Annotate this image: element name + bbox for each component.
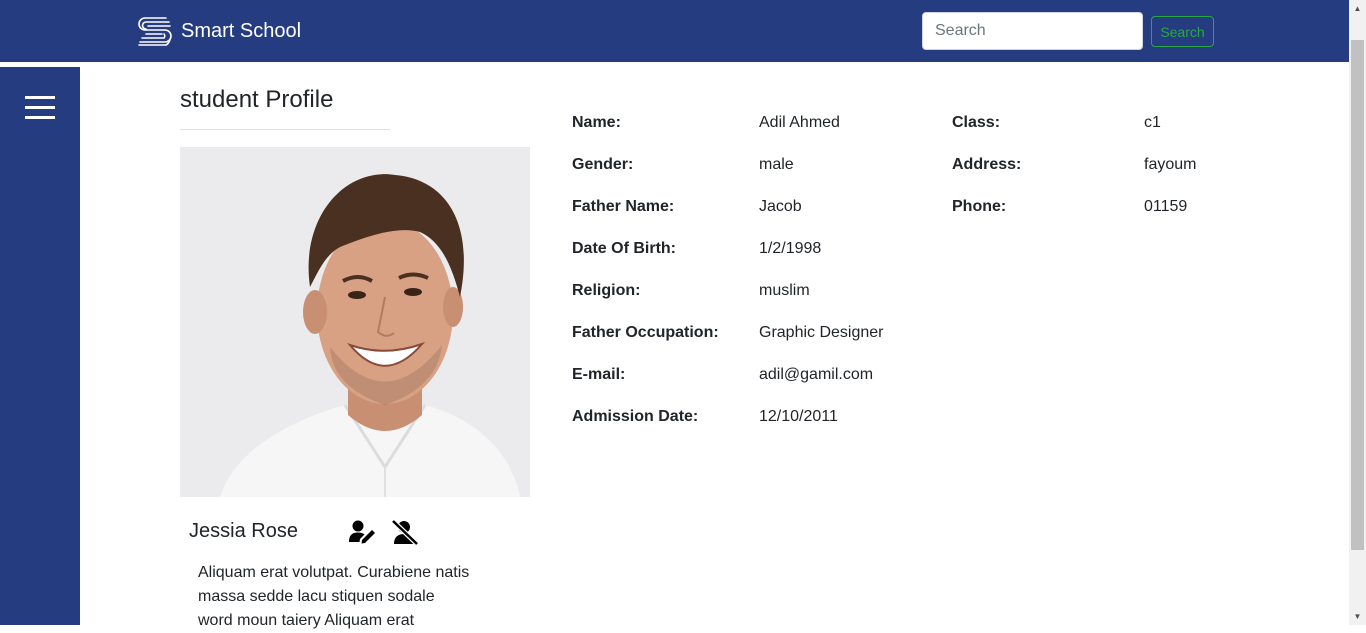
student-photo: [180, 147, 530, 497]
smart-school-logo-icon: [138, 17, 172, 46]
detail-value: 01159: [1144, 198, 1188, 215]
detail-value: fayoum: [1144, 156, 1197, 173]
detail-label: Date Of Birth:: [572, 240, 676, 257]
search-button[interactable]: Search: [1151, 16, 1214, 47]
top-navbar: Smart School Search: [0, 0, 1349, 62]
detail-label: Class:: [952, 114, 1001, 131]
user-slash-icon[interactable]: [391, 519, 419, 545]
student-name: Jessia Rose: [189, 520, 298, 542]
detail-label: Gender:: [572, 156, 634, 173]
detail-label: Admission Date:: [572, 408, 699, 425]
search-input[interactable]: [922, 12, 1143, 50]
detail-label: E-mail:: [572, 366, 626, 383]
detail-value: muslim: [759, 282, 810, 299]
detail-value: 1/2/1998: [759, 240, 822, 257]
detail-label: Religion:: [572, 282, 641, 299]
detail-value: male: [759, 156, 794, 173]
detail-value: adil@gamil.com: [759, 366, 874, 383]
sidebar: [0, 67, 80, 625]
detail-label: Father Occupation:: [572, 324, 719, 341]
hamburger-menu-icon[interactable]: [25, 96, 55, 120]
scroll-thumb[interactable]: [1351, 40, 1364, 550]
detail-value: Graphic Designer: [759, 324, 884, 341]
user-edit-icon[interactable]: [349, 520, 377, 544]
detail-value: c1: [1144, 114, 1161, 131]
detail-label: Address:: [952, 156, 1022, 173]
detail-label: Name:: [572, 114, 621, 131]
detail-label: Father Name:: [572, 198, 675, 215]
brand-name: Smart School: [181, 19, 302, 42]
detail-value: 12/10/2011: [759, 408, 838, 425]
detail-value: Adil Ahmed: [759, 114, 840, 131]
scroll-down-arrow-icon[interactable]: ▼: [1349, 608, 1366, 625]
detail-label: Phone:: [952, 198, 1007, 215]
scroll-up-arrow-icon[interactable]: ▲: [1349, 0, 1366, 17]
title-divider: [180, 129, 390, 130]
page-title: student Profile: [180, 86, 334, 113]
page-scrollbar[interactable]: ▲ ▼: [1349, 0, 1366, 625]
detail-value: Jacob: [759, 198, 802, 215]
student-bio: Aliquam erat volutpat. Curabiene natis m…: [198, 564, 470, 629]
brand-link[interactable]: Smart School: [136, 14, 301, 48]
